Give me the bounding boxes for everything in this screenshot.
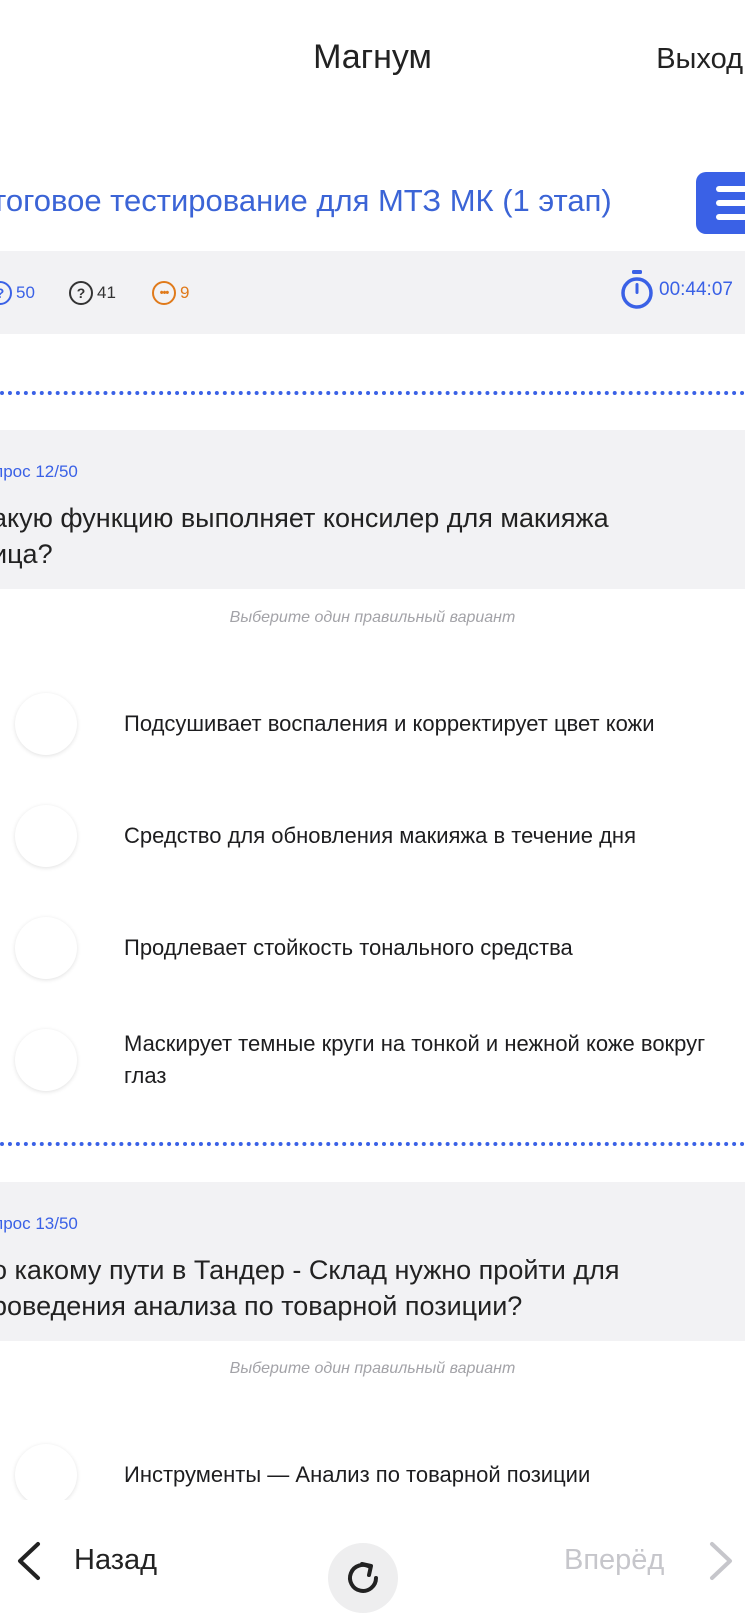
answer-option[interactable]: Маскирует темные круги на тонкой и нежно…: [0, 1029, 745, 1093]
question-header: прос 12/50 акую функцию выполняет консил…: [0, 430, 745, 589]
app-header: Магнум Выход: [0, 0, 745, 130]
question-number: прос 12/50: [0, 462, 78, 481]
test-title: тоговое тестирование для МТЗ МК (1 этап): [0, 183, 612, 218]
question-hint: Выберите один правильный вариант: [229, 609, 516, 626]
stat-total-value: 50: [16, 283, 35, 302]
back-button[interactable]: Назад: [74, 1544, 157, 1577]
divider: [0, 391, 745, 395]
question-hint: Выберите один правильный вариант: [229, 1360, 516, 1377]
stopwatch-icon: [621, 270, 653, 309]
next-button[interactable]: Вперёд: [564, 1544, 664, 1577]
answer-label: Продлевает стойкость тонального средства: [124, 935, 573, 960]
logout-button[interactable]: Выход: [656, 43, 743, 76]
bottom-nav: Назад Вперёд: [0, 1500, 745, 1613]
radio-button[interactable]: [15, 917, 77, 979]
menu-icon: [716, 186, 745, 192]
stats-bar: ? 50 ? 41 ••• 9 00:44:07: [0, 251, 745, 334]
answer-label: Инструменты — Анализ по товарной позиции: [124, 1462, 591, 1487]
answer-option[interactable]: Подсушивает воспаления и корректирует цв…: [0, 693, 745, 755]
answer-option[interactable]: Инструменты — Анализ по товарной позиции: [0, 1444, 745, 1506]
question-text: акую функцию выполняет консилер для маки…: [0, 503, 609, 569]
stat-unanswered: ? 41: [69, 279, 116, 307]
chevron-left-icon[interactable]: [14, 1540, 44, 1582]
chevron-right-icon[interactable]: [706, 1540, 736, 1582]
ellipsis-icon: •••: [152, 281, 176, 305]
question-number: прос 13/50: [0, 1214, 78, 1233]
stat-skipped-value: 9: [180, 283, 190, 302]
timer-value: 00:44:07: [659, 279, 733, 300]
answer-option[interactable]: Средство для обновления макияжа в течени…: [0, 805, 745, 867]
divider: [0, 1142, 745, 1146]
radio-button[interactable]: [15, 805, 77, 867]
answer-label: Подсушивает воспаления и корректирует цв…: [124, 711, 655, 736]
refresh-button[interactable]: [328, 1543, 398, 1613]
stat-total: ? 50: [0, 279, 35, 307]
app-title: Магнум: [313, 38, 432, 76]
refresh-icon: [348, 1562, 378, 1593]
stat-unanswered-value: 41: [97, 283, 116, 302]
menu-button[interactable]: [696, 172, 745, 234]
answer-label: Средство для обновления макияжа в течени…: [124, 823, 636, 848]
total-questions-icon: ?: [0, 281, 12, 305]
question-header: прос 13/50 о какому пути в Тандер - Скла…: [0, 1182, 745, 1341]
stat-skipped: ••• 9: [152, 279, 189, 307]
answer-label: Маскирует темные круги на тонкой и нежно…: [124, 1031, 706, 1088]
question-mark-icon: ?: [69, 281, 93, 305]
radio-button[interactable]: [15, 1444, 77, 1506]
radio-button[interactable]: [15, 1029, 77, 1091]
radio-button[interactable]: [15, 693, 77, 755]
answer-option[interactable]: Продлевает стойкость тонального средства: [0, 917, 745, 979]
timer: 00:44:07: [619, 269, 733, 311]
question-text: о какому пути в Тандер - Склад нужно про…: [0, 1255, 620, 1321]
